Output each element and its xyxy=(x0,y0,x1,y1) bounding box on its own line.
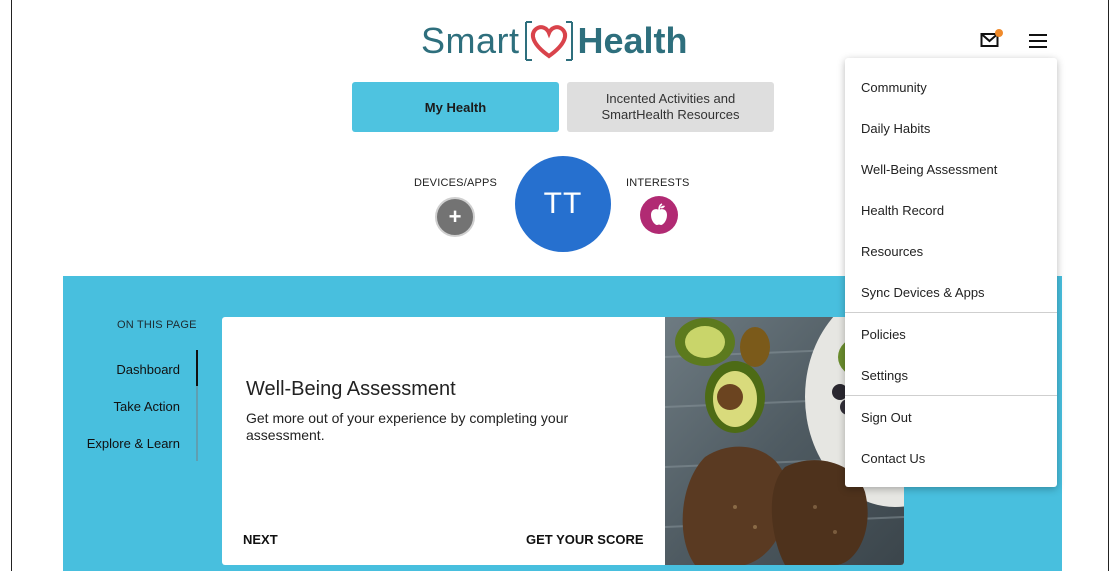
nav-item-dashboard[interactable]: Dashboard xyxy=(100,362,180,377)
on-this-page-heading: ON THIS PAGE xyxy=(117,319,197,331)
menu-item-community[interactable]: Community xyxy=(861,80,927,95)
tab-my-health[interactable]: My Health xyxy=(352,82,559,132)
menu-item-daily-habits[interactable]: Daily Habits xyxy=(861,121,930,136)
nav-item-take-action[interactable]: Take Action xyxy=(90,399,181,414)
nav-item-explore-learn[interactable]: Explore & Learn xyxy=(70,436,180,451)
hamburger-menu-icon[interactable] xyxy=(1029,34,1047,48)
window-border-left xyxy=(11,0,12,571)
main-dropdown-menu: Community Daily Habits Well-Being Assess… xyxy=(845,58,1057,487)
tab-incented-activities[interactable]: Incented Activities and SmartHealth Reso… xyxy=(567,82,774,132)
get-your-score-button[interactable]: GET YOUR SCORE xyxy=(526,532,644,547)
next-button[interactable]: NEXT xyxy=(243,532,278,547)
interests-label: INTERESTS xyxy=(626,177,690,189)
avatar[interactable]: TT xyxy=(515,156,611,252)
apple-icon xyxy=(651,203,667,225)
menu-item-sync-devices[interactable]: Sync Devices & Apps xyxy=(861,285,985,300)
assessment-card: Well-Being Assessment Get more out of yo… xyxy=(222,317,904,565)
menu-divider xyxy=(845,312,1057,313)
add-device-button[interactable]: + xyxy=(435,197,475,237)
devices-apps-label: DEVICES/APPS xyxy=(414,177,498,189)
menu-divider xyxy=(845,395,1057,396)
menu-item-contact-us[interactable]: Contact Us xyxy=(861,451,925,466)
nav-active-indicator xyxy=(196,350,198,386)
menu-item-well-being-assessment[interactable]: Well-Being Assessment xyxy=(861,162,997,177)
notification-dot xyxy=(995,29,1003,37)
logo-health-text: Health xyxy=(577,20,688,61)
window-border-right xyxy=(1108,0,1109,571)
smarthealth-logo[interactable]: Smart Health xyxy=(421,18,688,64)
card-title: Well-Being Assessment xyxy=(246,378,456,400)
menu-item-policies[interactable]: Policies xyxy=(861,327,906,342)
logo-smart-text: Smart xyxy=(421,20,520,61)
menu-item-settings[interactable]: Settings xyxy=(861,368,908,383)
menu-item-sign-out[interactable]: Sign Out xyxy=(861,410,912,425)
menu-item-health-record[interactable]: Health Record xyxy=(861,203,944,218)
menu-item-resources[interactable]: Resources xyxy=(861,244,923,259)
interests-button[interactable] xyxy=(640,196,678,234)
card-description: Get more out of your experience by compl… xyxy=(246,410,569,443)
heart-logo-icon xyxy=(524,21,573,61)
